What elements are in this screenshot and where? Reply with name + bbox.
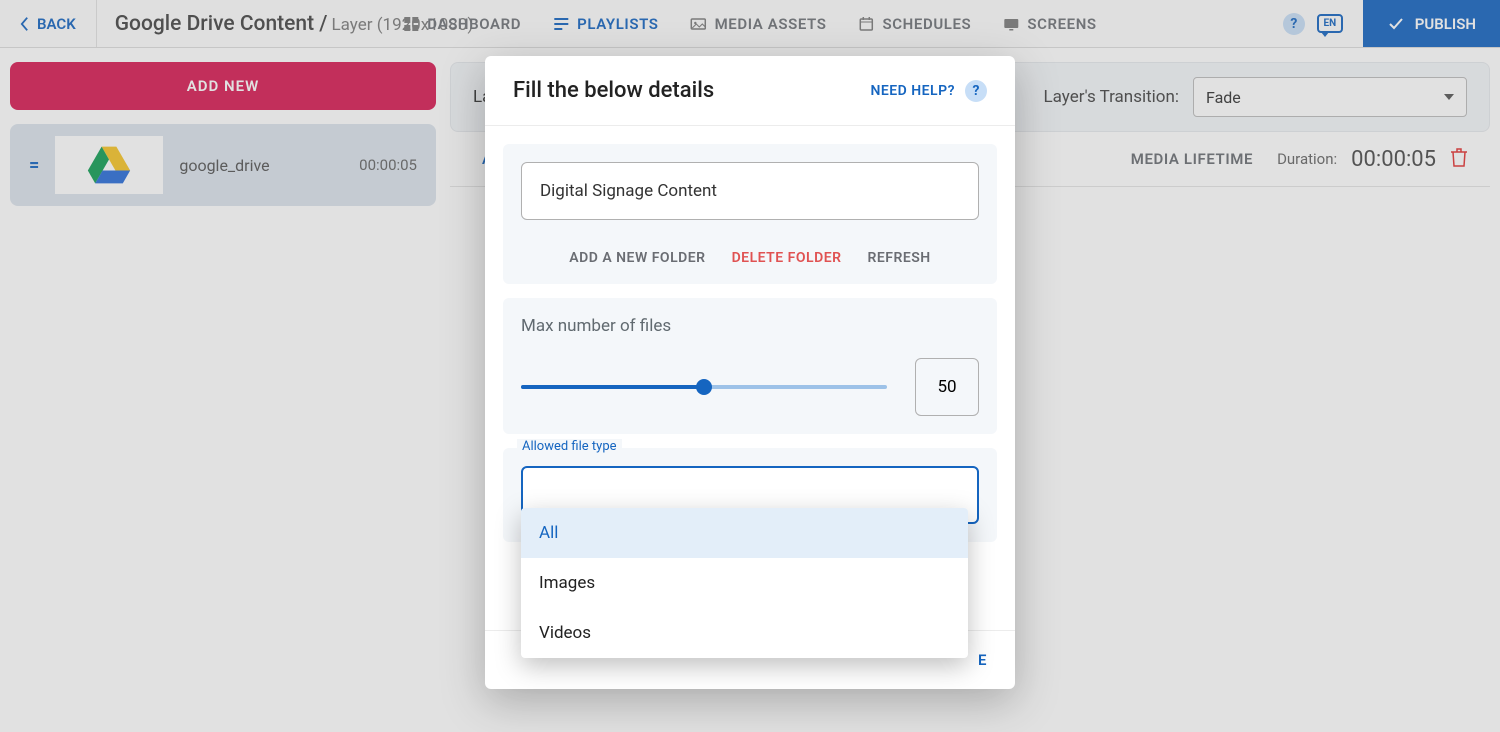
filetype-popover: All Images Videos [521, 508, 968, 658]
delete-folder-button[interactable]: DELETE FOLDER [732, 250, 842, 266]
folder-section: Digital Signage Content ADD A NEW FOLDER… [503, 144, 997, 284]
refresh-button[interactable]: REFRESH [867, 250, 930, 266]
filetype-option-videos[interactable]: Videos [521, 608, 968, 658]
folder-select-value: Digital Signage Content [540, 181, 717, 201]
maxfiles-section: Max number of files 50 [503, 298, 997, 434]
modal-overlay[interactable]: Fill the below details NEED HELP? ? Digi… [0, 0, 1500, 732]
modal-title: Fill the below details [513, 78, 714, 103]
maxfiles-value[interactable]: 50 [915, 358, 979, 416]
need-help-link[interactable]: NEED HELP? [870, 83, 955, 99]
filetype-option-images[interactable]: Images [521, 558, 968, 608]
modal-header: Fill the below details NEED HELP? ? [485, 56, 1015, 126]
maxfiles-label: Max number of files [521, 316, 979, 336]
save-button-fragment[interactable]: E [978, 651, 987, 669]
add-folder-button[interactable]: ADD A NEW FOLDER [569, 250, 705, 266]
maxfiles-slider[interactable] [521, 384, 887, 390]
modal-help-button[interactable]: ? [965, 80, 987, 102]
folder-select[interactable]: Digital Signage Content [521, 162, 979, 220]
filetype-option-all[interactable]: All [521, 508, 968, 558]
filetype-label: Allowed file type [517, 439, 622, 454]
